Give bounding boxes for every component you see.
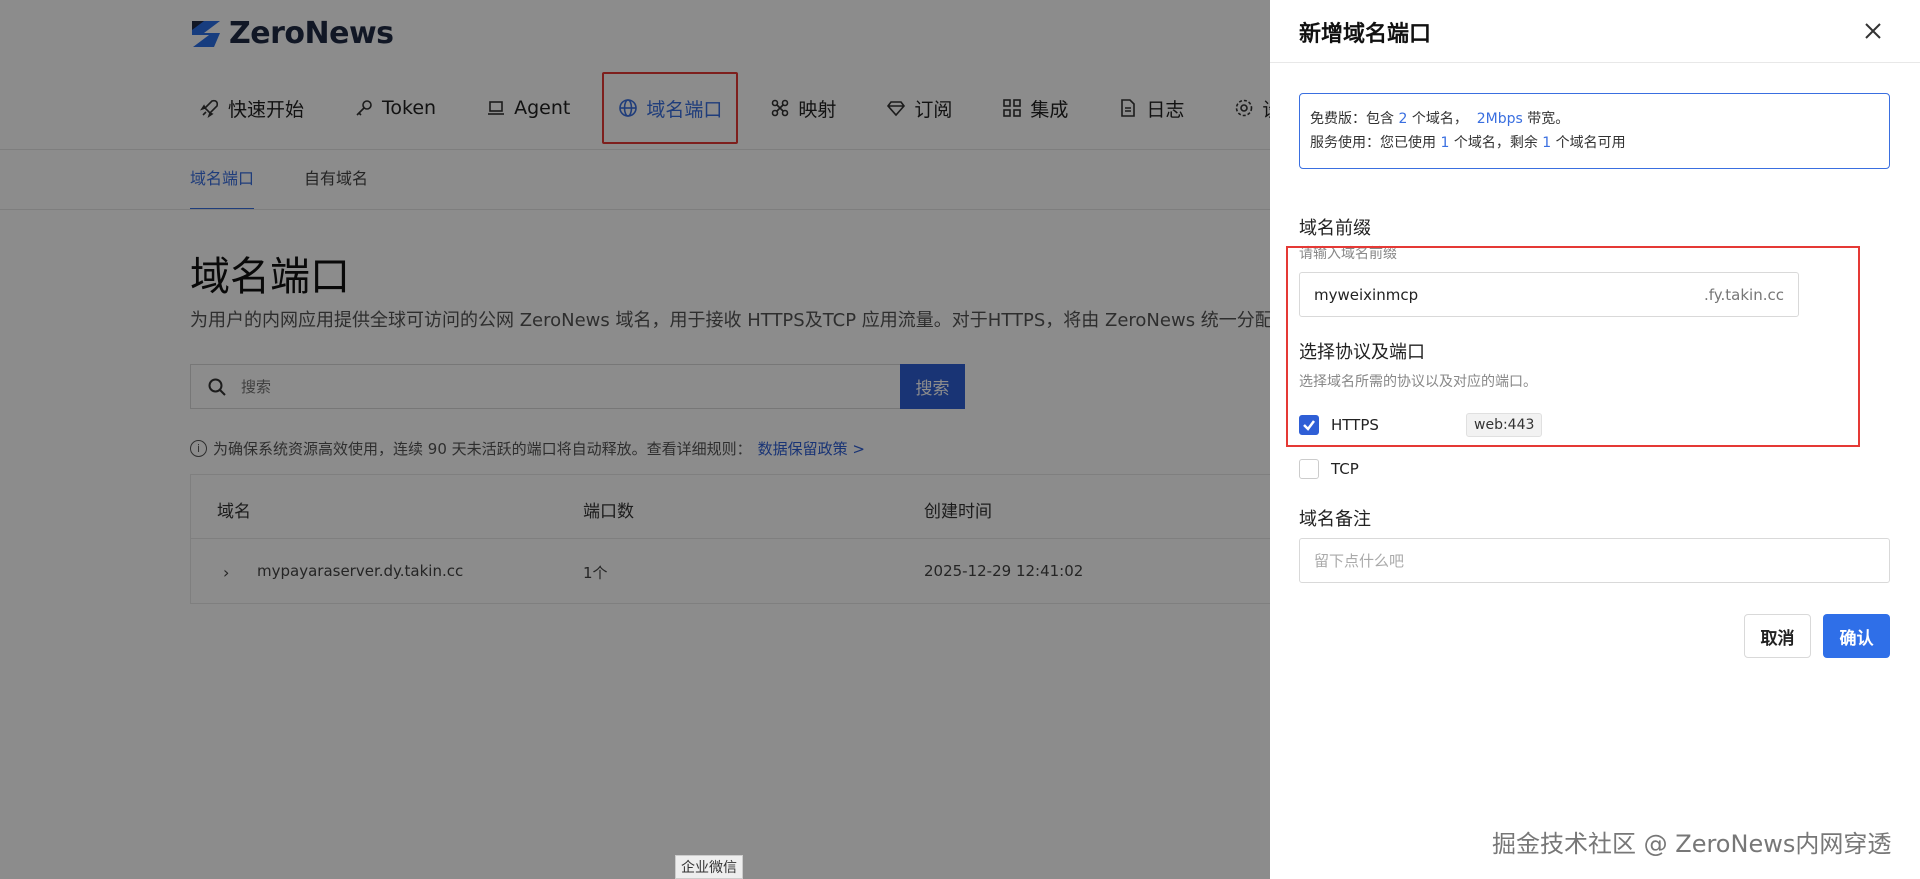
protocol-option-https: HTTPS web:443: [1299, 413, 1543, 437]
protocol-label: 选择协议及端口: [1299, 342, 1425, 363]
check-icon: [1303, 420, 1315, 431]
quota-text: 个域名，: [1411, 111, 1468, 127]
remark-field[interactable]: [1299, 538, 1890, 583]
remark-label: 域名备注: [1299, 509, 1371, 530]
quota-text: 个域名可用: [1555, 135, 1626, 151]
quota-bandwidth: 2Mbps: [1476, 111, 1523, 127]
https-port-tag: web:443: [1466, 413, 1543, 437]
close-button[interactable]: [1860, 18, 1886, 44]
tcp-checkbox[interactable]: [1299, 459, 1319, 479]
wechat-work-tag: 企业微信: [675, 855, 743, 879]
quota-used-count: 1: [1440, 135, 1450, 151]
quota-domain-count: 2: [1398, 111, 1408, 127]
protocol-hint: 选择域名所需的协议以及对应的端口。: [1299, 374, 1537, 390]
quota-line-usage: 服务使用：您已使用 1 个域名，剩余 1 个域名可用: [1310, 131, 1879, 155]
quota-info-box: 免费版：包含 2 个域名， 2Mbps 带宽。 服务使用：您已使用 1 个域名，…: [1299, 93, 1890, 169]
add-domain-drawer: 新增域名端口 免费版：包含 2 个域名， 2Mbps 带宽。 服务使用：您已使用…: [1270, 0, 1920, 879]
quota-text: 免费版：包含: [1310, 111, 1394, 127]
https-checkbox[interactable]: [1299, 415, 1319, 435]
https-label: HTTPS: [1331, 416, 1379, 434]
quota-text: 个域名，剩余: [1453, 135, 1538, 151]
domain-suffix: .fy.takin.cc: [1704, 285, 1784, 304]
domain-prefix-value: myweixinmcp: [1314, 285, 1419, 304]
modal-backdrop[interactable]: [0, 0, 1270, 879]
quota-text: 服务使用：您已使用: [1310, 135, 1436, 151]
tcp-label: TCP: [1331, 460, 1359, 478]
quota-text: 带宽。: [1527, 111, 1570, 127]
drawer-header: 新增域名端口: [1270, 0, 1920, 63]
domain-prefix-input[interactable]: myweixinmcp .fy.takin.cc: [1299, 272, 1799, 317]
remark-input[interactable]: [1314, 551, 1875, 570]
prefix-label: 域名前缀: [1299, 218, 1371, 239]
quota-remaining-count: 1: [1542, 135, 1552, 151]
close-icon: [1865, 23, 1881, 39]
quota-line-plan: 免费版：包含 2 个域名， 2Mbps 带宽。: [1310, 107, 1879, 131]
watermark: 掘金技术社区 @ ZeroNews内网穿透: [1492, 830, 1892, 858]
prefix-hint: 请输入域名前缀: [1299, 246, 1397, 262]
protocol-option-tcp: TCP: [1299, 459, 1466, 479]
cancel-button[interactable]: 取消: [1744, 614, 1811, 658]
drawer-title: 新增域名端口: [1299, 22, 1432, 47]
confirm-button[interactable]: 确认: [1823, 614, 1890, 658]
